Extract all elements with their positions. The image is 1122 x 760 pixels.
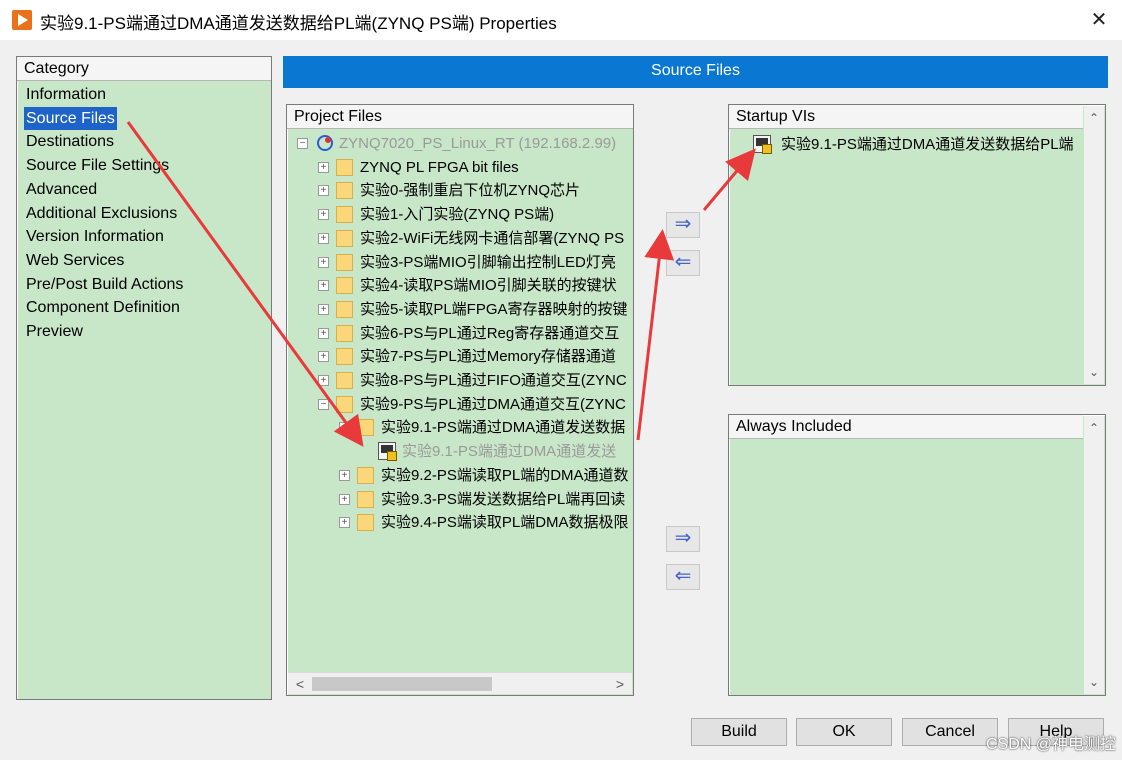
vi-icon [378, 442, 397, 462]
close-button[interactable]: ✕ [1076, 0, 1122, 40]
tree-row-label: 实验9-PS与PL通过DMA通道交互(ZYNC [360, 395, 626, 413]
always-included-header: Always Included [729, 415, 1083, 439]
startup-vis-panel: Startup VIs 实验9.1-PS端通过DMA通道发送数据给PL端 ⌃ ⌄ [728, 104, 1106, 386]
tree-row-label: 实验9.4-PS端读取PL端DMA数据极限 [381, 514, 629, 532]
category-item-source-file-settings[interactable]: Source File Settings [24, 154, 171, 178]
tree-row-label: 实验9.2-PS端读取PL端的DMA通道数 [381, 466, 629, 484]
add-startup-vi-button[interactable]: ⇒ [666, 212, 700, 238]
folder-icon [357, 490, 374, 508]
collapse-icon[interactable]: − [297, 138, 308, 149]
collapse-icon[interactable]: − [339, 422, 350, 434]
folder-icon [357, 514, 374, 532]
tree-row-label: 实验9.1-PS端通过DMA通道发送数据 [381, 419, 626, 437]
vi-icon [753, 135, 772, 154]
category-item-preview[interactable]: Preview [24, 320, 85, 344]
tree-row-label: 实验7-PS与PL通过Memory存储器通道 [360, 348, 616, 366]
folder-icon [336, 372, 353, 389]
horizontal-scrollbar[interactable]: < > [288, 672, 632, 694]
expand-icon[interactable]: + [318, 256, 329, 268]
title-bar: 实验9.1-PS端通过DMA通道发送数据给PL端(ZYNQ PS端) Prope… [0, 0, 1122, 40]
folder-icon [357, 419, 374, 437]
tree-row-label: 实验9.3-PS端发送数据给PL端再回读 [381, 490, 626, 508]
scroll-right-icon[interactable]: > [610, 673, 630, 695]
expand-icon[interactable]: + [318, 232, 329, 244]
expand-icon[interactable]: + [318, 161, 329, 173]
folder-icon [336, 158, 353, 176]
annotation-arrow-2 [636, 229, 675, 441]
add-always-included-button[interactable]: ⇒ [666, 526, 700, 552]
expand-icon[interactable]: + [318, 327, 329, 339]
expand-icon[interactable]: + [339, 469, 350, 481]
tree-row-label: 实验5-读取PL端FPGA寄存器映射的按键 [360, 300, 628, 318]
folder-icon [336, 324, 353, 342]
tree-row-label: 实验0-强制重启下位机ZYNQ芯片 [360, 182, 581, 200]
expand-icon[interactable]: + [339, 517, 350, 529]
folder-icon [336, 182, 353, 200]
remove-startup-vi-button[interactable]: ⇐ [666, 250, 700, 276]
build-button[interactable]: Build [691, 718, 787, 746]
category-item-information[interactable]: Information [24, 83, 108, 107]
category-item-destinations[interactable]: Destinations [24, 130, 116, 154]
ok-button[interactable]: OK [796, 718, 892, 746]
scroll-left-icon[interactable]: < [290, 673, 310, 695]
collapse-icon[interactable]: − [318, 398, 329, 410]
tree-row-label: 实验1-入门实验(ZYNQ PS端) [360, 206, 555, 224]
project-files-header: Project Files [287, 105, 633, 129]
category-header: Category [17, 57, 271, 81]
expand-icon[interactable]: + [318, 351, 329, 363]
scroll-up-icon[interactable]: ⌃ [1084, 108, 1104, 128]
tree-row-label: ZYNQ PL FPGA bit files [360, 158, 519, 176]
tree-row-label: 实验3-PS端MIO引脚输出控制LED灯亮 [360, 253, 616, 271]
folder-icon [336, 395, 353, 413]
expand-icon[interactable]: + [318, 209, 329, 221]
folder-icon [336, 206, 353, 224]
scroll-up-icon[interactable]: ⌃ [1084, 418, 1104, 438]
always-included-panel: Always Included ⌃ ⌄ [728, 414, 1106, 696]
expand-icon[interactable]: + [318, 375, 329, 386]
tree-row-label: ZYNQ7020_PS_Linux_RT (192.168.2.99) [339, 135, 617, 152]
labview-app-icon [12, 10, 32, 30]
folder-icon [336, 229, 353, 247]
expand-icon[interactable]: + [339, 493, 350, 505]
category-item-advanced[interactable]: Advanced [24, 178, 99, 202]
tree-row-label: 实验9.1-PS端通过DMA通道发送 [402, 443, 617, 461]
scroll-down-icon[interactable]: ⌄ [1084, 362, 1104, 382]
tree-row-label: 实验2-WiFi无线网卡通信部署(ZYNQ PS [360, 229, 625, 247]
watermark: CSDN @神电测控 [985, 736, 1116, 753]
vertical-scrollbar[interactable]: ⌃ ⌄ [1084, 106, 1104, 384]
scroll-thumb[interactable] [312, 677, 492, 691]
category-item-source-files[interactable]: Source Files [24, 106, 117, 131]
folder-icon [357, 466, 374, 484]
category-panel: Category Information Source Files Destinat… [16, 56, 272, 700]
cancel-button[interactable]: Cancel [902, 718, 998, 746]
category-item-pre-post-build-actions[interactable]: Pre/Post Build Actions [24, 273, 185, 297]
category-item-version-information[interactable]: Version Information [24, 225, 166, 249]
startup-vis-header: Startup VIs [729, 105, 1083, 129]
folder-icon [336, 253, 353, 271]
remove-always-included-button[interactable]: ⇐ [666, 564, 700, 590]
expand-icon[interactable]: + [318, 303, 329, 315]
folder-icon [336, 300, 353, 318]
folder-icon [336, 277, 353, 295]
expand-icon[interactable]: + [318, 185, 329, 197]
expand-icon[interactable]: + [318, 280, 329, 292]
target-icon [315, 133, 335, 153]
vertical-scrollbar[interactable]: ⌃ ⌄ [1084, 416, 1104, 694]
folder-icon [336, 348, 353, 366]
category-item-component-definition[interactable]: Component Definition [24, 296, 182, 320]
page-title: Source Files [283, 56, 1108, 88]
project-files-panel: Project Files − ZYNQ7020_PS_Linux_RT (192… [286, 104, 634, 696]
tree-row-label: 实验4-读取PS端MIO引脚关联的按键状 [360, 277, 617, 295]
scroll-down-icon[interactable]: ⌄ [1084, 672, 1104, 692]
category-list: Information Source Files Destinations Sourc… [24, 83, 185, 344]
window-title: 实验9.1-PS端通过DMA通道发送数据给PL端(ZYNQ PS端) Prope… [40, 14, 557, 33]
category-item-web-services[interactable]: Web Services [24, 249, 126, 273]
category-item-additional-exclusions[interactable]: Additional Exclusions [24, 202, 179, 226]
project-tree: − ZYNQ7020_PS_Linux_RT (192.168.2.99) + ZYN… [287, 131, 633, 671]
tree-row-label: 实验6-PS与PL通过Reg寄存器通道交互 [360, 324, 620, 342]
tree-row-label: 实验8-PS与PL通过FIFO通道交互(ZYNC [360, 372, 627, 389]
startup-vi-label: 实验9.1-PS端通过DMA通道发送数据给PL端 [781, 136, 1074, 153]
